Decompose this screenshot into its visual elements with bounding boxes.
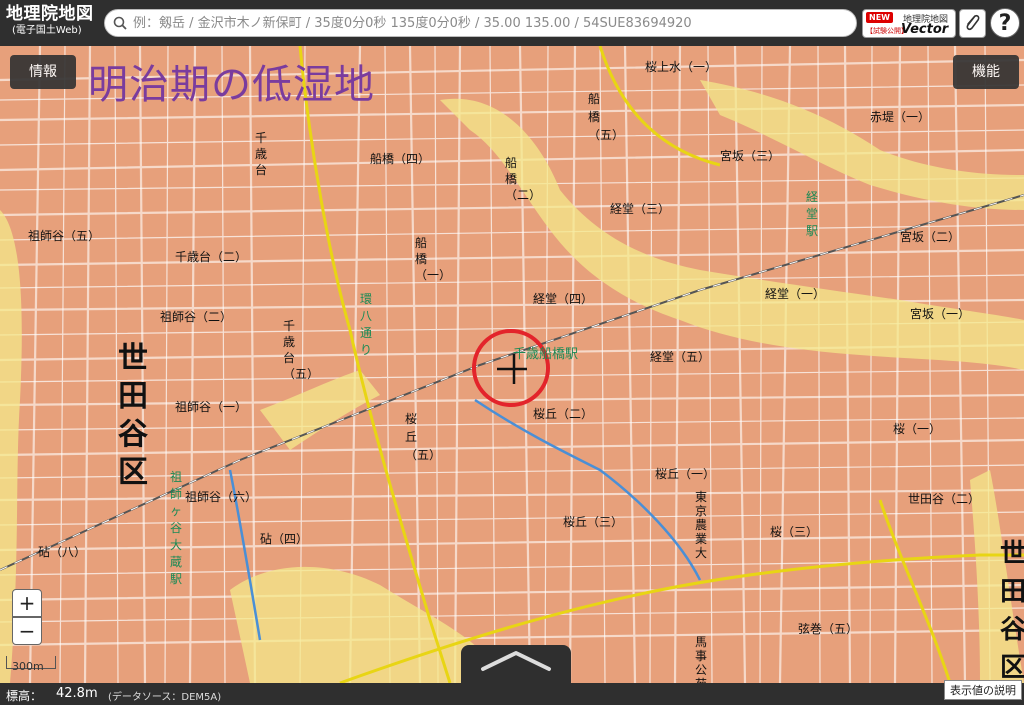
top-bar: 地理院地図 (電子国土Web) NEW 【試験公開】 地理院地図 Vector … — [0, 0, 1024, 46]
place-label: 祖師谷（六） — [185, 490, 258, 504]
app-title[interactable]: 地理院地図 (電子国土Web) — [6, 6, 94, 36]
place-label: 船橋（二） — [505, 156, 541, 202]
place-label: 砧（八） — [38, 545, 87, 559]
place-label: 祖師谷（五） — [28, 229, 101, 243]
zoom-in-button[interactable]: + — [12, 589, 42, 617]
help-button[interactable]: ? — [990, 8, 1020, 38]
place-label: 桜丘（五） — [405, 412, 441, 462]
place-label: 宮坂（一） — [910, 307, 971, 321]
place-label: 祖師谷（二） — [160, 310, 233, 324]
ward-label-main: 世田谷区 — [118, 341, 148, 490]
place-label: 桜丘（二） — [533, 407, 594, 421]
place-label: 世田谷（二） — [908, 492, 981, 506]
place-label: 経堂（四） — [533, 292, 594, 306]
place-label: 千歳台 — [255, 131, 268, 177]
place-label: 赤堤（一） — [870, 110, 931, 124]
elevation-value: 42.8m — [56, 686, 98, 701]
layer-title: 明治期の低湿地 — [88, 62, 375, 108]
legend-explanation-button[interactable]: 表示値の説明 — [944, 680, 1022, 700]
zoom-out-button[interactable]: − — [12, 617, 42, 645]
vector-label: Vector — [901, 22, 949, 37]
place-label: 桜（一） — [893, 422, 942, 436]
new-badge: NEW — [866, 12, 893, 23]
info-button[interactable]: 情報 — [10, 55, 76, 89]
status-bar: 標高： 42.8m (データソース：DEM5A) — [0, 683, 1024, 705]
station-label-chitose-funabashi: 千歳船橋駅 — [513, 347, 579, 362]
app-title-sub: (電子国土Web) — [12, 25, 82, 36]
place-label: 宮坂（二） — [900, 230, 961, 244]
place-label: 宮坂（三） — [720, 149, 781, 163]
place-label: 千歳台（五） — [283, 319, 319, 381]
ward-label-right: 世田谷区 — [1000, 539, 1024, 683]
place-label: 桜（三） — [770, 525, 819, 539]
university-label: 東京農業大 — [695, 490, 708, 560]
search-icon — [113, 16, 127, 30]
place-label: 桜上水（一） — [645, 60, 718, 74]
paperclip-icon — [966, 14, 980, 31]
chevron-up-icon — [481, 651, 551, 671]
data-source-label: (データソース：DEM5A) — [108, 692, 222, 703]
place-label: 船橋（一） — [415, 236, 451, 282]
elevation-label: 標高： — [6, 689, 43, 703]
place-label: 経堂（三） — [610, 202, 671, 216]
place-label: 船橋（五） — [588, 92, 624, 142]
functions-button[interactable]: 機能 — [953, 55, 1019, 89]
place-label: 祖師谷（一） — [175, 400, 248, 414]
place-label: 経堂（五） — [650, 350, 711, 364]
app-title-main: 地理院地図 — [6, 4, 94, 24]
place-label: 船橋（四） — [370, 152, 431, 166]
paperclip-button[interactable] — [959, 9, 986, 38]
search-input[interactable] — [133, 13, 848, 33]
place-label: 経堂（一） — [765, 287, 826, 301]
place-label: 砧（四） — [260, 532, 309, 546]
place-label: 千歳台（二） — [175, 250, 248, 264]
station-label-soshigaya: 祖師ヶ谷大蔵駅 — [170, 470, 183, 586]
place-label: 桜丘（一） — [655, 467, 716, 481]
vector-map-button[interactable]: NEW 【試験公開】 地理院地図 Vector — [862, 9, 956, 38]
place-label: 桜丘（三） — [563, 515, 624, 529]
station-label-kyodo: 経堂駅 — [806, 190, 819, 238]
road-label-kanpachi: 環八通り — [360, 292, 373, 357]
scale-label: 300m — [12, 660, 44, 673]
search-box[interactable] — [104, 9, 857, 37]
place-label: 弦巻（五） — [798, 622, 859, 636]
